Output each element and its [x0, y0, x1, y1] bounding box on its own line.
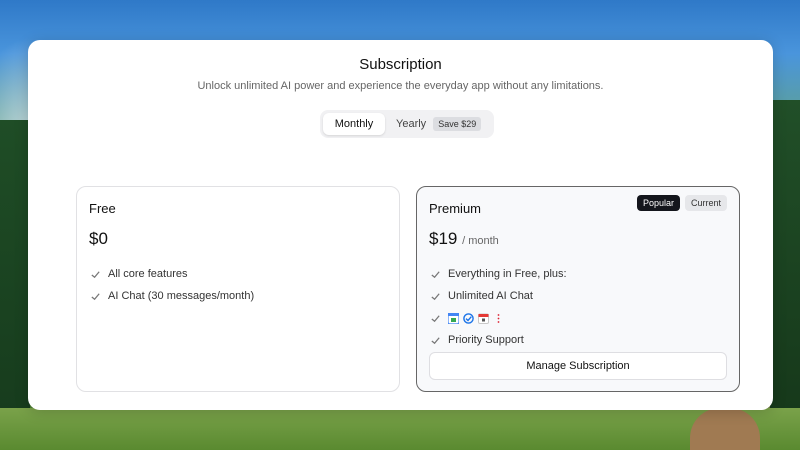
feature-text: AI Chat (30 messages/month) — [108, 290, 255, 302]
free-plan-card: Free $0 All core features AI Chat (30 me… — [76, 186, 400, 392]
subscription-panel: Subscription Unlock unlimited AI power a… — [28, 40, 773, 410]
premium-feature-list: Everything in Free, plus: Unlimited AI C… — [429, 263, 567, 351]
save-badge: Save $29 — [433, 117, 482, 131]
feature-text: All core features — [108, 268, 188, 280]
premium-price-value: $19 — [429, 229, 458, 248]
task-check-icon — [463, 312, 474, 324]
integration-icons — [447, 311, 504, 325]
yearly-label: Yearly — [396, 118, 427, 130]
check-icon — [429, 268, 441, 280]
check-icon — [429, 290, 441, 302]
premium-plan-price: $19 / month — [429, 229, 499, 249]
current-badge: Current — [685, 195, 728, 211]
list-item — [429, 307, 567, 329]
page-title: Subscription — [359, 56, 442, 73]
more-vertical-icon[interactable] — [493, 313, 504, 324]
check-icon — [89, 290, 101, 302]
feature-text: Unlimited AI Chat — [448, 290, 533, 302]
feature-text: Priority Support — [448, 334, 524, 346]
monthly-label: Monthly — [334, 118, 374, 130]
free-feature-list: All core features AI Chat (30 messages/m… — [89, 263, 254, 307]
background-trees-right — [770, 100, 800, 450]
monthly-tab[interactable]: Monthly — [323, 113, 385, 135]
premium-plan-name: Premium — [429, 201, 482, 216]
list-item: Unlimited AI Chat — [429, 285, 567, 307]
manage-subscription-button[interactable]: Manage Subscription — [429, 352, 727, 380]
background-path — [690, 408, 760, 450]
background-ground — [0, 408, 800, 450]
page-subtitle: Unlock unlimited AI power and experience… — [197, 80, 604, 92]
calendar-icon — [478, 313, 489, 324]
free-plan-name: Free — [89, 201, 116, 216]
check-icon — [429, 312, 441, 324]
background-trees-left — [0, 120, 30, 450]
list-item: All core features — [89, 263, 254, 285]
billing-toggle: Monthly Yearly Save $29 — [320, 110, 494, 138]
list-item: Priority Support — [429, 329, 567, 351]
list-item: Everything in Free, plus: — [429, 263, 567, 285]
free-plan-price: $0 — [89, 229, 108, 248]
feature-text: Everything in Free, plus: — [448, 268, 567, 280]
google-calendar-icon — [447, 311, 460, 325]
premium-price-unit: / month — [462, 235, 499, 247]
list-item: AI Chat (30 messages/month) — [89, 285, 254, 307]
check-icon — [429, 334, 441, 346]
premium-plan-card: Premium Popular Current $19 / month Ever… — [416, 186, 740, 392]
popular-badge: Popular — [637, 195, 681, 211]
yearly-tab[interactable]: Yearly Save $29 — [396, 113, 492, 135]
check-icon — [89, 268, 101, 280]
